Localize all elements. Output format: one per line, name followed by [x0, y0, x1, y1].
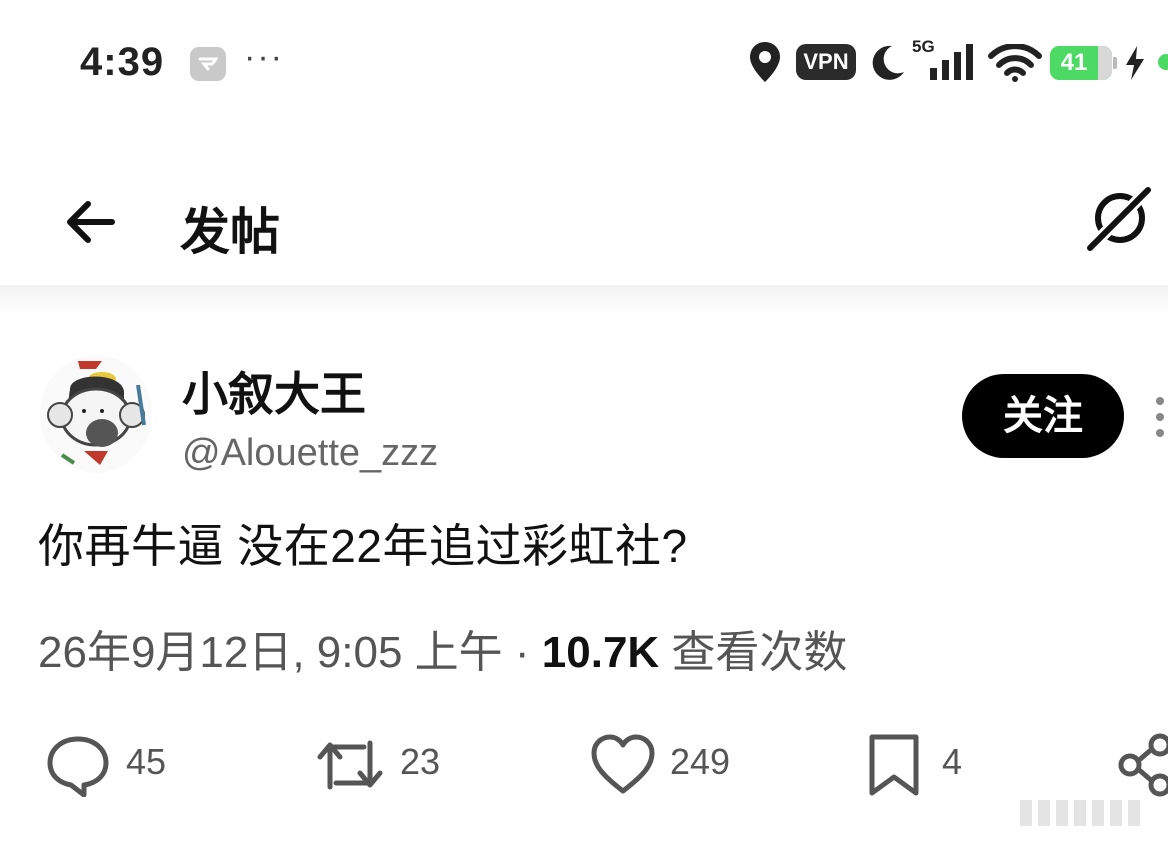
- retweet-count: 23: [400, 741, 441, 782]
- user-handle[interactable]: @Alouette_zzz: [182, 432, 438, 475]
- page-title: 发帖: [180, 204, 280, 260]
- avatar[interactable]: [40, 355, 152, 473]
- status-time: 4:39: [80, 40, 165, 84]
- views-count[interactable]: 10.7K: [542, 628, 659, 677]
- bolt-icon: [1126, 46, 1144, 80]
- status-bar: 4:39 ··· VPN 5G 41: [0, 0, 1168, 130]
- reply-button[interactable]: 45: [46, 725, 186, 805]
- privacy-dot: [1158, 54, 1168, 70]
- moon-icon: [872, 45, 904, 80]
- bookmark-icon: [869, 734, 919, 796]
- share-button[interactable]: [1116, 725, 1168, 805]
- reply-icon: [47, 736, 109, 797]
- arrow-left-icon: [67, 201, 115, 243]
- back-button[interactable]: [60, 192, 130, 252]
- share-icon: [1118, 733, 1168, 797]
- grok-icon: [1084, 184, 1154, 254]
- header-divider: [0, 285, 1168, 315]
- follow-button[interactable]: 关注: [962, 374, 1124, 458]
- retweet-icon: [317, 740, 383, 790]
- heart-icon: [591, 734, 655, 794]
- top-app-bar: 发帖: [0, 170, 1168, 290]
- battery-level: 41: [1060, 49, 1088, 76]
- watermark: [1020, 800, 1160, 830]
- location-icon: [750, 42, 780, 82]
- post-timestamp: 26年9月12日, 9:05 上午: [38, 628, 503, 677]
- signal-icon: [930, 44, 973, 80]
- avatar-image: [40, 355, 152, 473]
- post-detail-screen: 4:39 ··· VPN 5G 41 发帖 小叙大王 @Alouette_zzz…: [0, 0, 1168, 842]
- post-meta: 26年9月12日, 9:05 上午 · 10.7K 查看次数: [38, 616, 847, 680]
- more-options-icon[interactable]: [1150, 395, 1168, 439]
- battery-indicator: 41: [1050, 46, 1117, 80]
- app-notification-icon: [190, 47, 226, 81]
- post-actions: 45 23 249 4: [0, 725, 1168, 805]
- grok-button[interactable]: [1084, 184, 1154, 259]
- post-text: 你再牛逼 没在22年追过彩虹社?: [38, 520, 688, 572]
- bookmark-button[interactable]: 4: [866, 725, 976, 805]
- reply-count: 45: [126, 741, 167, 782]
- wifi-icon: [988, 44, 1042, 82]
- views-label: 查看次数: [659, 628, 848, 677]
- like-count: 249: [670, 741, 731, 782]
- vpn-badge: VPN: [796, 44, 856, 80]
- status-more-indicator: ···: [244, 38, 284, 76]
- bookmark-count: 4: [942, 741, 963, 782]
- retweet-button[interactable]: 23: [314, 725, 454, 805]
- display-name[interactable]: 小叙大王: [182, 358, 366, 424]
- meta-separator: ·: [502, 628, 542, 677]
- like-button[interactable]: 249: [590, 725, 750, 805]
